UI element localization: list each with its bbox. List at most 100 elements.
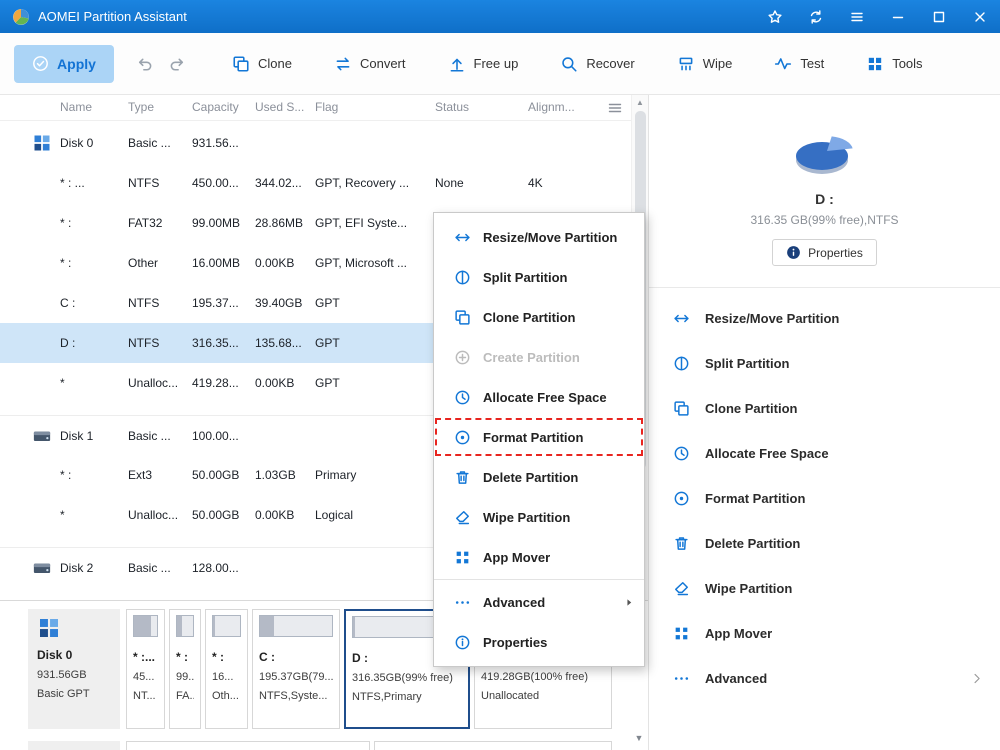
panel-action-wipe-partition[interactable]: Wipe Partition (649, 566, 1000, 611)
cell-capacity: 16.00MB (192, 256, 240, 270)
cell-flag: GPT, EFI Syste... (315, 216, 407, 230)
disk-map-block[interactable]: * :99...FA... (169, 609, 201, 729)
context-menu-item-format-partition[interactable]: Format Partition (434, 417, 644, 457)
split-icon (673, 355, 690, 372)
context-menu-item-app-mover[interactable]: App Mover (434, 537, 644, 577)
menu-item-label: App Mover (483, 550, 550, 565)
properties-button[interactable]: Properties (772, 239, 877, 266)
hamburger-menu-icon[interactable] (849, 9, 865, 25)
panel-action-label: Format Partition (705, 491, 805, 506)
panel-action-advanced[interactable]: Advanced (649, 656, 1000, 701)
context-menu-item-resize-move-partition[interactable]: Resize/Move Partition (434, 217, 644, 257)
cell-name: * : (60, 256, 71, 270)
maximize-button[interactable] (931, 9, 947, 25)
undo-button[interactable] (136, 55, 154, 73)
disk-map-block[interactable]: C :195.37GB(79...NTFS,Syste... (252, 609, 340, 729)
context-menu-item-advanced[interactable]: Advanced (434, 582, 644, 622)
scroll-down-icon[interactable]: ▼ (632, 733, 646, 743)
column-header-name[interactable]: Name (60, 100, 92, 114)
toolbar-button-convert[interactable]: Convert (334, 55, 406, 73)
column-header-status[interactable]: Status (435, 100, 469, 114)
context-menu-item-clone-partition[interactable]: Clone Partition (434, 297, 644, 337)
free-up-icon (448, 55, 466, 73)
column-header-used[interactable]: Used S... (255, 100, 304, 114)
partition-size: 195.37GB(79... (259, 671, 333, 683)
scroll-up-icon[interactable]: ▲ (632, 95, 648, 111)
cell-type: NTFS (128, 176, 159, 190)
cell-type: Basic ... (128, 429, 171, 443)
cell-capacity: 419.28... (192, 376, 239, 390)
panel-action-delete-partition[interactable]: Delete Partition (649, 521, 1000, 566)
partition-usage-bar (133, 615, 158, 637)
cell-flag: GPT (315, 376, 340, 390)
table-row[interactable]: Disk 0Basic ...931.56... (0, 123, 631, 163)
toolbar-button-label: Free up (474, 56, 519, 71)
column-header-alignment[interactable]: Alignm... (528, 100, 575, 114)
drive-icon (32, 558, 52, 578)
context-menu-item-allocate-free-space[interactable]: Allocate Free Space (434, 377, 644, 417)
cell-capacity: 50.00GB (192, 508, 239, 522)
partition-name: * :... (133, 650, 158, 664)
panel-action-clone-partition[interactable]: Clone Partition (649, 386, 1000, 431)
cell-capacity: 195.37... (192, 296, 239, 310)
panel-action-allocate-free-space[interactable]: Allocate Free Space (649, 431, 1000, 476)
context-menu-item-properties[interactable]: Properties (434, 622, 644, 662)
toolbar-button-wipe[interactable]: Wipe (677, 55, 733, 73)
table-row[interactable]: * : ...NTFS450.00...344.02...GPT, Recove… (0, 163, 631, 203)
column-header-type[interactable]: Type (128, 100, 154, 114)
submenu-arrow-icon (624, 597, 635, 608)
resize-move-icon (673, 310, 690, 327)
context-menu-item-wipe-partition[interactable]: Wipe Partition (434, 497, 644, 537)
cell-flag: Primary (315, 468, 356, 482)
minimize-button[interactable] (890, 9, 906, 25)
partition-used-fill (177, 616, 182, 636)
disk-map-disk-label[interactable]: Disk 0931.56GBBasic GPT (28, 609, 120, 729)
partition-size: 45... (133, 671, 158, 683)
panel-action-split-partition[interactable]: Split Partition (649, 341, 1000, 386)
disk-map-block[interactable]: * :...45...NT... (126, 609, 165, 729)
cell-name: * : ... (60, 176, 85, 190)
toolbar-button-recover[interactable]: Recover (560, 55, 634, 73)
partition-used-fill (353, 617, 355, 637)
column-header-capacity[interactable]: Capacity (192, 100, 239, 114)
close-button[interactable] (972, 9, 988, 25)
context-menu-item-split-partition[interactable]: Split Partition (434, 257, 644, 297)
apply-button[interactable]: Apply (14, 45, 114, 83)
column-options-icon[interactable] (607, 100, 623, 116)
app-logo-icon (12, 8, 30, 26)
info-icon (786, 245, 801, 260)
context-menu-item-create-partition: Create Partition (434, 337, 644, 377)
panel-action-app-mover[interactable]: App Mover (649, 611, 1000, 656)
panel-action-resize-move-partition[interactable]: Resize/Move Partition (649, 296, 1000, 341)
cell-name: Disk 0 (60, 136, 93, 150)
partition-used-fill (134, 616, 151, 636)
toolbar-button-test[interactable]: Test (774, 55, 824, 73)
column-header-flag[interactable]: Flag (315, 100, 338, 114)
apply-label: Apply (57, 56, 96, 72)
cell-type: Ext3 (128, 468, 152, 482)
refresh-icon[interactable] (808, 9, 824, 25)
disk-map-block[interactable]: * :16...Oth... (205, 609, 248, 729)
partition-used-fill (260, 616, 274, 636)
context-menu-item-delete-partition[interactable]: Delete Partition (434, 457, 644, 497)
panel-action-format-partition[interactable]: Format Partition (649, 476, 1000, 521)
cell-used: 0.00KB (255, 376, 294, 390)
cell-type: FAT32 (128, 216, 162, 230)
toolbar-button-label: Recover (586, 56, 634, 71)
cell-used: 135.68... (255, 336, 302, 350)
properties-label: Properties (808, 246, 863, 260)
toolbar-button-tools[interactable]: Tools (866, 55, 922, 73)
disk-name: Disk 0 (37, 648, 111, 662)
panel-action-label: Allocate Free Space (705, 446, 829, 461)
toolbar-button-free-up[interactable]: Free up (448, 55, 519, 73)
redo-button[interactable] (168, 55, 186, 73)
clone-icon (673, 400, 690, 417)
favorite-star-icon[interactable] (767, 9, 783, 25)
panel-action-label: Delete Partition (705, 536, 800, 551)
toolbar-button-clone[interactable]: Clone (232, 55, 292, 73)
allocate-icon (673, 445, 690, 462)
chevron-right-icon (971, 672, 984, 685)
menu-item-label: Delete Partition (483, 470, 578, 485)
partition-name: C : (259, 650, 333, 664)
cell-used: 1.03GB (255, 468, 296, 482)
